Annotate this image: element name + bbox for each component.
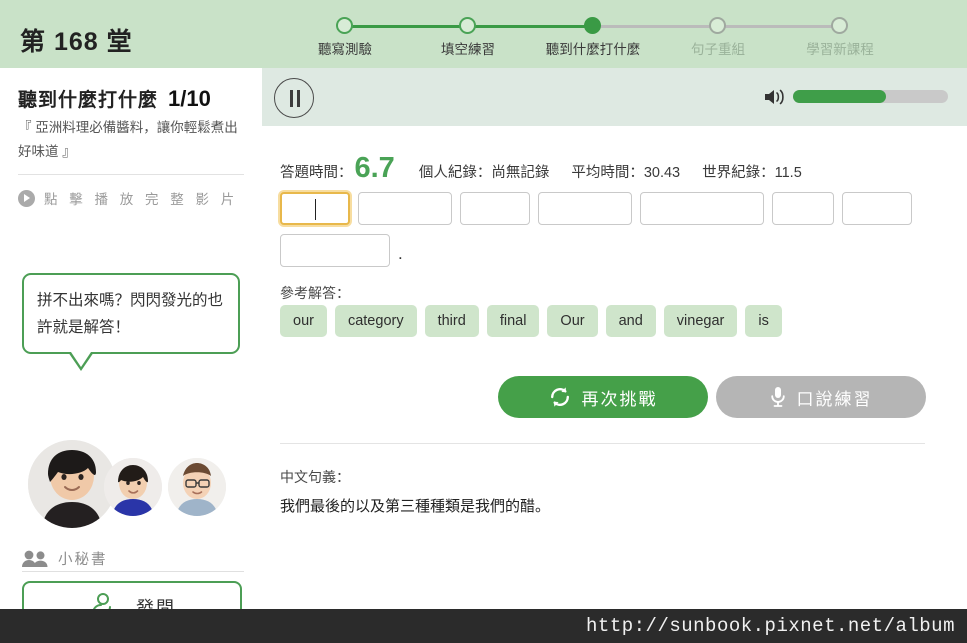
hint-bubble: 拼不出來嗎？閃閃發光的也許就是解答！ bbox=[22, 273, 240, 371]
volume-slider-fill bbox=[793, 90, 886, 103]
sidebar-progress-count: 1/10 bbox=[168, 86, 211, 111]
speaking-practice-button-label: 口說練習 bbox=[796, 389, 873, 409]
sidebar-subtitle: 『 亞洲料理必備醬料，讓你輕鬆煮出好味道 』 bbox=[18, 120, 238, 159]
answer-input-row: . bbox=[280, 192, 940, 276]
content-divider bbox=[280, 443, 925, 444]
main-content: 答題時間： 6.7 個人紀錄：尚無記錄 平均時間：30.43 世界紀錄：11.5… bbox=[262, 126, 967, 643]
answer-input-1[interactable] bbox=[280, 192, 350, 225]
sentence-end-mark: . bbox=[398, 244, 403, 263]
stepper-dot bbox=[584, 17, 601, 34]
microphone-icon bbox=[770, 386, 786, 408]
translation-label: 中文句義： bbox=[280, 469, 350, 485]
watermark-url: http://sunbook.pixnet.net/album bbox=[586, 615, 955, 637]
page-title: 第 168 堂 bbox=[20, 28, 133, 56]
sidebar-activity-header: 聽到什麼打什麼 1/10 bbox=[18, 85, 211, 112]
answer-input-6[interactable] bbox=[772, 192, 834, 225]
assistant-label: 小秘書 bbox=[58, 552, 108, 568]
play-full-video-button[interactable]: 點 擊 播 放 完 整 影 片 bbox=[18, 185, 248, 211]
answer-input-4[interactable] bbox=[538, 192, 632, 225]
avatar bbox=[28, 440, 116, 528]
pause-icon-bar2 bbox=[296, 90, 300, 107]
progress-stepper: 聽寫測驗 填空練習 聽到什麼打什麼 句子重組 學習新課程 bbox=[300, 12, 900, 64]
reference-word-chip[interactable]: vinegar bbox=[663, 305, 738, 337]
reference-word-chip[interactable]: category bbox=[334, 305, 417, 337]
pause-icon bbox=[290, 90, 294, 107]
average-time: 平均時間：30.43 bbox=[571, 161, 680, 182]
stepper-label: 聽寫測驗 bbox=[318, 42, 372, 57]
personal-record-label: 個人紀錄： bbox=[418, 165, 492, 181]
watermark-bar: http://sunbook.pixnet.net/album bbox=[0, 609, 967, 643]
reference-word-chip[interactable]: is bbox=[745, 305, 782, 337]
lesson-page: 第 168 堂 聽寫測驗 填空練習 聽到什麼打什麼 句子重組 學習新課程 聽到什麼打什麼… bbox=[0, 0, 967, 643]
stepper-label: 聽到什麼打什麼 bbox=[545, 42, 641, 57]
stepper-dot bbox=[831, 17, 848, 34]
stepper-dot bbox=[459, 17, 476, 34]
answer-input-3[interactable] bbox=[460, 192, 530, 225]
translation-text: 我們最後的以及第三種種類是我們的醋。 bbox=[280, 498, 551, 515]
stepper-connector bbox=[468, 25, 593, 28]
answer-input-7[interactable] bbox=[842, 192, 912, 225]
reference-word-chip[interactable]: our bbox=[280, 305, 327, 337]
average-time-label: 平均時間： bbox=[571, 165, 644, 181]
pause-button[interactable] bbox=[274, 78, 314, 118]
stepper-connector bbox=[345, 25, 468, 28]
volume-slider[interactable] bbox=[793, 90, 948, 103]
action-button-row: 再次挑戰 口說練習 bbox=[498, 376, 926, 418]
people-icon bbox=[22, 550, 48, 567]
avatar bbox=[168, 458, 226, 516]
speaker-volume-icon[interactable] bbox=[764, 88, 786, 106]
speaking-practice-button[interactable]: 口說練習 bbox=[716, 376, 926, 418]
reference-answer-label: 參考解答： bbox=[280, 285, 350, 301]
personal-record: 個人紀錄：尚無記錄 bbox=[419, 161, 550, 182]
sidebar: 聽到什麼打什麼 1/10 『 亞洲料理必備醬料，讓你輕鬆煮出好味道 』 點 擊 播… bbox=[0, 68, 262, 643]
assistant-header: 小秘書 bbox=[22, 548, 108, 569]
stepper-label: 句子重組 bbox=[691, 42, 745, 57]
stepper-dot bbox=[709, 17, 726, 34]
assistant-divider bbox=[22, 571, 244, 572]
reference-word-chips: our category third final Our and vinegar is bbox=[280, 305, 940, 345]
average-time-value: 30.43 bbox=[643, 165, 681, 181]
world-record: 世界紀錄：11.5 bbox=[702, 161, 802, 182]
reference-word-chip[interactable]: and bbox=[605, 305, 656, 337]
world-record-label: 世界紀錄： bbox=[702, 165, 775, 181]
stats-row: 答題時間： 6.7 個人紀錄：尚無記錄 平均時間：30.43 世界紀錄：11.5 bbox=[280, 152, 802, 185]
answer-input-2[interactable] bbox=[358, 192, 452, 225]
stepper-label: 學習新課程 bbox=[806, 42, 874, 57]
stepper-connector bbox=[593, 25, 718, 28]
refresh-icon bbox=[549, 386, 571, 408]
play-full-video-label: 點 擊 播 放 完 整 影 片 bbox=[44, 192, 239, 207]
reference-word-chip[interactable]: Our bbox=[547, 305, 598, 337]
answer-time-value: 6.7 bbox=[354, 152, 395, 184]
stepper-dot bbox=[336, 17, 353, 34]
answer-time-label: 答題時間： bbox=[280, 165, 353, 181]
sidebar-activity-title: 聽到什麼打什麼 bbox=[18, 90, 159, 111]
reference-word-chip[interactable]: third bbox=[424, 305, 479, 337]
retry-button[interactable]: 再次挑戰 bbox=[498, 376, 708, 418]
sidebar-divider bbox=[18, 174, 244, 175]
hint-bubble-text: 拼不出來嗎？閃閃發光的也許就是解答！ bbox=[37, 292, 224, 336]
personal-record-value: 尚無記錄 bbox=[491, 165, 550, 181]
play-circle-icon bbox=[18, 189, 35, 207]
stepper-connector bbox=[718, 25, 840, 28]
media-player-bar bbox=[262, 68, 967, 126]
answer-input-8[interactable] bbox=[280, 234, 390, 267]
world-record-value: 11.5 bbox=[774, 165, 802, 181]
hint-bubble-tail-inner bbox=[71, 352, 91, 367]
avatar bbox=[104, 458, 162, 516]
answer-input-5[interactable] bbox=[640, 192, 764, 225]
stepper-label: 填空練習 bbox=[441, 42, 495, 57]
retry-button-label: 再次挑戰 bbox=[581, 389, 658, 409]
reference-word-chip[interactable]: final bbox=[486, 305, 540, 337]
